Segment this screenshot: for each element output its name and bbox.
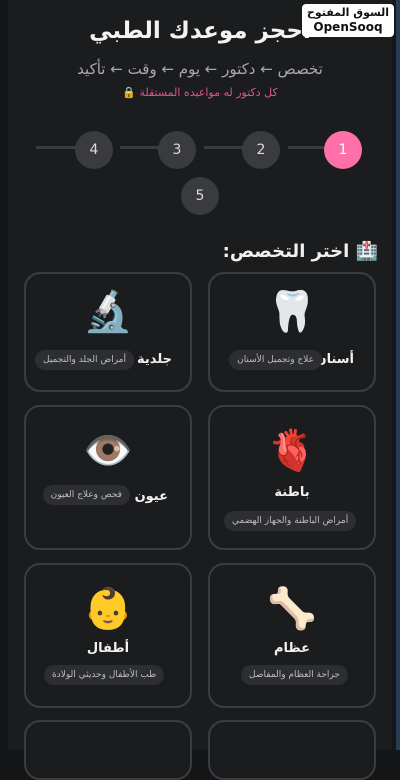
opensooq-logo: السوق المفتوح OpenSooq xyxy=(302,4,394,37)
specialty-name: عيون xyxy=(134,489,168,504)
specialty-card-eyes[interactable]: 👁️ عيون فحص وعلاج العيون xyxy=(24,405,192,550)
specialty-desc: علاج وتجميل الأسنان xyxy=(229,350,322,370)
eye-icon: 👁️ xyxy=(83,428,133,474)
specialty-card-partial[interactable] xyxy=(24,720,192,780)
specialty-desc: أمراض الجلد والتجميل xyxy=(35,350,134,370)
specialty-card-dermatology[interactable]: 🔬 جلدية أمراض الجلد والتجميل xyxy=(24,272,192,392)
specialty-card-dental[interactable]: 🦷 أسنان علاج وتجميل الأسنان xyxy=(208,272,376,392)
heart-organ-icon: 🫀 xyxy=(267,428,317,474)
specialty-card-orthopedics[interactable]: 🦴 عظام جراحة العظام والمفاصل xyxy=(208,563,376,708)
specialty-desc: جراحة العظام والمفاصل xyxy=(241,665,348,685)
section-title: 🏥 اختر التخصص: xyxy=(222,241,378,262)
independent-schedule-note: 🔒 كل دكتور له مواعيده المستقلة xyxy=(122,86,278,99)
specialty-desc: أمراض الباطنة والجهاز الهضمي xyxy=(224,511,357,531)
specialty-card-partial[interactable] xyxy=(208,720,376,780)
step-indicator: 1 2 3 4 5 xyxy=(0,128,400,220)
specialty-name: أطفال xyxy=(86,641,130,656)
bone-icon: 🦴 xyxy=(267,586,317,632)
step-connector xyxy=(204,146,244,149)
specialty-name: عظام xyxy=(274,641,310,656)
microscope-icon: 🔬 xyxy=(83,289,133,335)
step-connector xyxy=(36,146,76,149)
specialty-desc: فحص وعلاج العيون xyxy=(42,485,130,505)
baby-icon: 👶 xyxy=(83,586,133,632)
step-1[interactable]: 1 xyxy=(324,131,362,169)
specialty-name: باطنة xyxy=(274,485,310,500)
scrollbar[interactable] xyxy=(396,0,400,750)
specialty-desc: طب الأطفال وحديثي الولادة xyxy=(44,665,165,685)
step-5[interactable]: 5 xyxy=(181,177,219,215)
specialty-name: جلدية xyxy=(137,352,172,367)
specialty-card-internal[interactable]: 🫀 باطنة أمراض الباطنة والجهاز الهضمي xyxy=(208,405,376,550)
step-connector xyxy=(288,146,324,149)
step-connector xyxy=(120,146,160,149)
booking-flow-subtitle: تخصص ← دكتور ← يوم ← وقت ← تأكيد xyxy=(77,60,323,78)
tooth-icon: 🦷 xyxy=(267,289,317,335)
step-2[interactable]: 2 xyxy=(242,131,280,169)
step-3[interactable]: 3 xyxy=(158,131,196,169)
specialty-card-pediatrics[interactable]: 👶 أطفال طب الأطفال وحديثي الولادة xyxy=(24,563,192,708)
step-4[interactable]: 4 xyxy=(75,131,113,169)
